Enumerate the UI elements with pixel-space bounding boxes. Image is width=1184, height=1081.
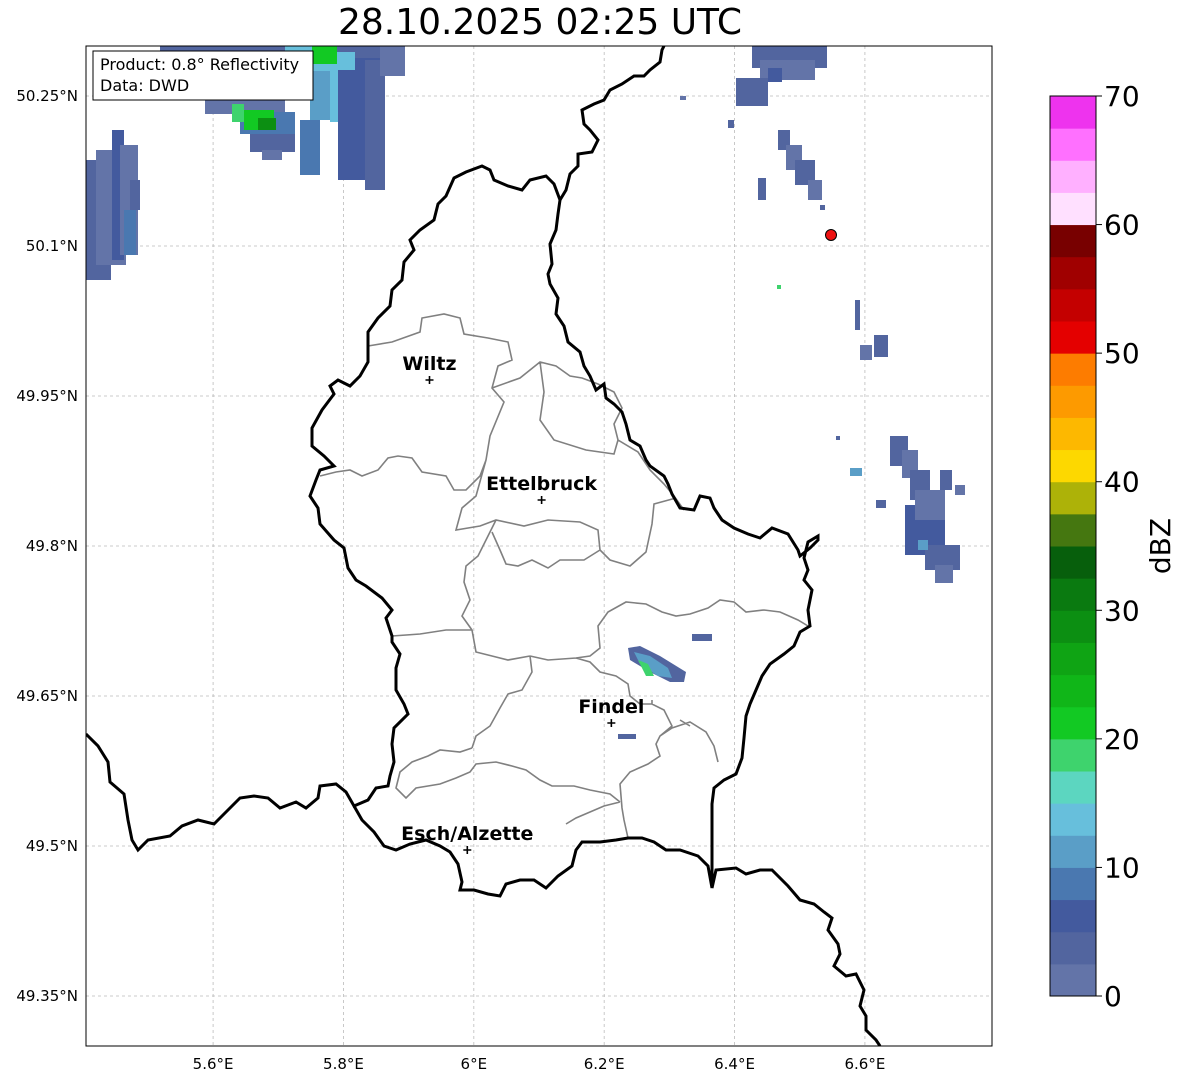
radar-site-marker [825, 229, 838, 241]
lat-tick-label: 50.1°N [26, 237, 78, 255]
lon-tick-label: 6.6°E [844, 1055, 885, 1073]
colorbar-bin [1050, 256, 1096, 290]
colorbar-bin [1050, 578, 1096, 611]
colorbar-bin [1050, 642, 1096, 676]
info-product: Product: 0.8° Reflectivity [100, 55, 299, 74]
colorbar-tick-label: 70 [1104, 80, 1140, 113]
colorbar-bin [1050, 867, 1096, 901]
lat-tick-label: 49.5°N [26, 837, 78, 855]
colorbar-bin [1050, 128, 1096, 161]
colorbar-bin [1050, 321, 1096, 354]
colorbar-bin [1050, 288, 1096, 322]
colorbar-bin [1050, 96, 1096, 129]
colorbar-tick-label: 40 [1104, 466, 1140, 499]
lat-tick-label: 49.95°N [16, 387, 78, 405]
colorbar-bin [1050, 706, 1096, 740]
colorbar-tick-label: 30 [1104, 594, 1140, 627]
colorbar-bin [1050, 899, 1096, 933]
info-data-source: Data: DWD [100, 76, 189, 95]
colorbar-ticks: 0 10 20 30 40 50 60 70 [1096, 80, 1140, 1013]
colorbar-label: dBZ [1144, 518, 1177, 574]
colorbar-tick-label: 50 [1104, 337, 1140, 370]
city-label: Ettelbruck [486, 473, 597, 495]
latitude-tick-labels: 49.35°N 49.5°N 49.65°N 49.8°N 49.95°N 50.1°N 5… [16, 87, 78, 1005]
colorbar-bin [1050, 385, 1096, 418]
colorbar-tick-label: 0 [1104, 980, 1122, 1013]
colorbar-bin [1050, 417, 1096, 451]
colorbar-bin [1050, 803, 1096, 836]
colorbar-tick-label: 10 [1104, 851, 1140, 884]
lat-tick-label: 49.8°N [26, 537, 78, 555]
info-box: Product: 0.8° Reflectivity Data: DWD [92, 50, 314, 101]
colorbar-bin [1050, 160, 1096, 193]
colorbar-bin [1050, 449, 1096, 483]
lat-tick-label: 49.35°N [16, 987, 78, 1005]
colorbar: 0 10 20 30 40 50 60 70 dBZ [1049, 80, 1177, 1013]
colorbar-bin [1050, 835, 1096, 868]
colorbar-bin [1050, 546, 1096, 579]
colorbar-tick-label: 60 [1104, 209, 1140, 242]
colorbar-bin [1050, 674, 1096, 708]
city-label: Wiltz [402, 353, 456, 375]
colorbar-bin [1050, 738, 1096, 772]
lon-tick-label: 5.6°E [193, 1055, 234, 1073]
lon-tick-label: 6.2°E [584, 1055, 625, 1073]
colorbar-bin [1050, 224, 1096, 258]
colorbar-bin [1050, 481, 1096, 515]
lon-tick-label: 6.4°E [714, 1055, 755, 1073]
lat-tick-label: 50.25°N [16, 87, 78, 105]
city-label: Esch/Alzette [401, 823, 533, 845]
colorbar-bin [1050, 610, 1096, 643]
colorbar-bins [1050, 96, 1096, 997]
radar-map: 5.6°E 5.8°E 6°E 6.2°E 6.4°E 6.6°E 49.35°N 49.5… [16, 45, 1177, 1073]
colorbar-bin [1050, 192, 1096, 226]
colorbar-bin [1050, 513, 1096, 547]
longitude-tick-labels: 5.6°E 5.8°E 6°E 6.2°E 6.4°E 6.6°E [193, 1055, 886, 1073]
colorbar-tick-label: 20 [1104, 723, 1140, 756]
city-label: Findel [578, 696, 644, 718]
lon-tick-label: 6°E [461, 1055, 488, 1073]
colorbar-bin [1050, 353, 1096, 386]
lat-tick-label: 49.65°N [16, 687, 78, 705]
colorbar-bin [1050, 931, 1096, 965]
colorbar-bin [1050, 771, 1096, 804]
colorbar-bin [1050, 963, 1096, 997]
lon-tick-label: 5.8°E [323, 1055, 364, 1073]
